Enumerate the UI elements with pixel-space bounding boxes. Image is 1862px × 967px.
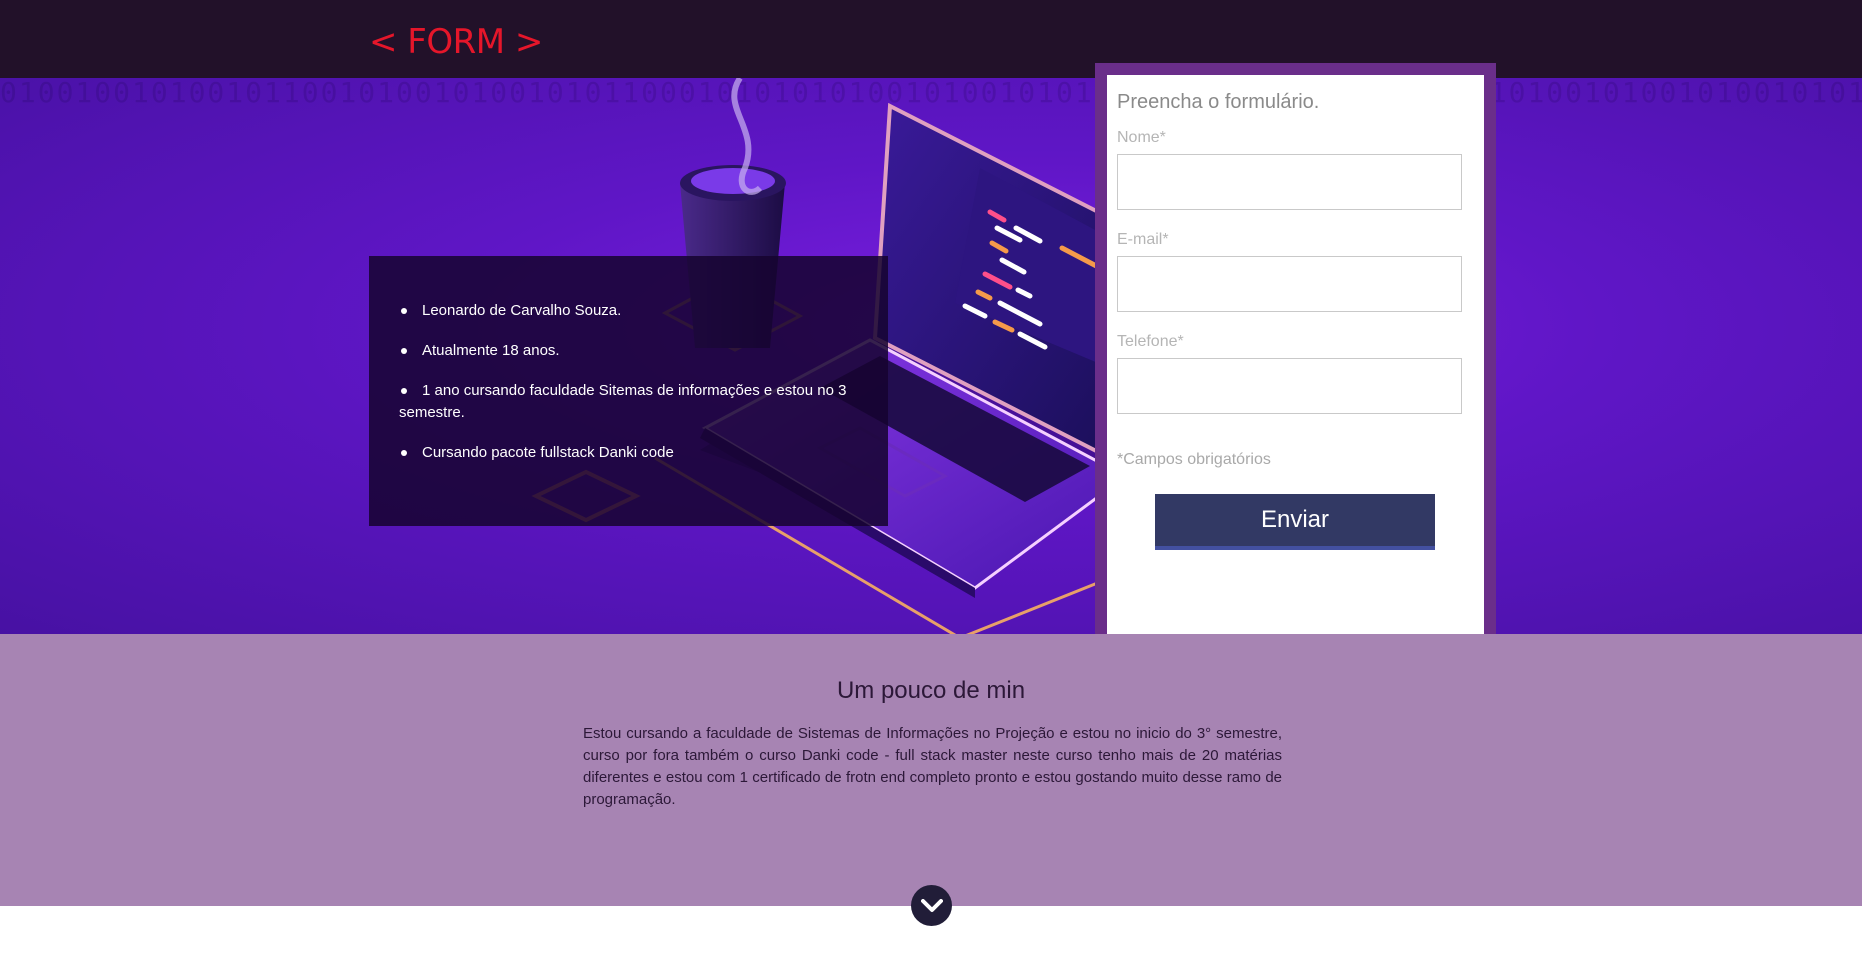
bullet-icon bbox=[401, 348, 407, 354]
bullet-icon bbox=[401, 388, 407, 394]
submit-button[interactable]: Enviar bbox=[1155, 494, 1435, 550]
bullet-icon bbox=[401, 308, 407, 314]
about-section: Um pouco de min Estou cursando a faculda… bbox=[0, 634, 1862, 906]
info-list: Leonardo de Carvalho Souza. Atualmente 1… bbox=[399, 300, 848, 464]
top-bar: < FORM > bbox=[0, 0, 1862, 78]
hero-section: 0100100101001011001010010100101011000101… bbox=[0, 78, 1862, 634]
about-title: Um pouco de min bbox=[836, 677, 1026, 704]
chevron-down-icon bbox=[920, 898, 943, 912]
site-logo[interactable]: < FORM > bbox=[369, 20, 543, 64]
list-item: 1 ano cursando faculdade Sitemas de info… bbox=[399, 382, 847, 421]
form-title: Preencha o formulário. bbox=[1117, 91, 1320, 113]
list-item: Leonardo de Carvalho Souza. bbox=[399, 300, 848, 322]
list-item: Atualmente 18 anos. bbox=[399, 340, 848, 362]
about-me-box: Leonardo de Carvalho Souza. Atualmente 1… bbox=[369, 256, 888, 526]
name-field[interactable] bbox=[1117, 154, 1462, 210]
email-field[interactable] bbox=[1117, 256, 1462, 312]
laptop-coffee-illustration bbox=[531, 78, 1112, 634]
phone-field[interactable] bbox=[1117, 358, 1462, 414]
about-text: Estou cursando a faculdade de Sistemas d… bbox=[583, 725, 1282, 808]
phone-label: Telefone* bbox=[1117, 333, 1184, 350]
list-item: Cursando pacote fullstack Danki code bbox=[399, 442, 848, 464]
name-label: Nome* bbox=[1117, 129, 1166, 146]
required-fields-note: *Campos obrigatórios bbox=[1117, 451, 1271, 468]
scroll-down-button[interactable] bbox=[911, 885, 952, 926]
contact-form: Preencha o formulário. Nome* E-mail* Tel… bbox=[1107, 75, 1484, 638]
bullet-icon bbox=[401, 450, 407, 456]
email-label: E-mail* bbox=[1117, 231, 1169, 248]
